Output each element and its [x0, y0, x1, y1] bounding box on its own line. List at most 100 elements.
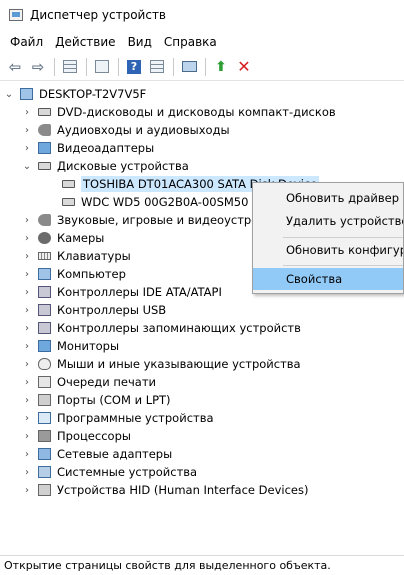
tree-item-keyboards[interactable]: › Клавиатуры [22, 247, 131, 265]
scan-hardware-button[interactable] [178, 56, 200, 78]
tree-item-label: Звуковые, игровые и видеоустрой [57, 213, 266, 227]
dvd-drive-icon [38, 108, 51, 116]
tree-item-monitors[interactable]: › Мониторы [22, 337, 119, 355]
port-icon [38, 394, 51, 406]
delete-button[interactable]: ✕ [233, 56, 255, 78]
tree-item-label: Мониторы [57, 339, 120, 353]
chevron-right-icon[interactable]: › [22, 449, 32, 460]
view-sheet-icon [150, 60, 164, 73]
chevron-right-icon[interactable]: › [22, 431, 32, 442]
disk-drive-icon [62, 198, 75, 206]
chevron-right-icon[interactable]: › [22, 107, 32, 118]
tree-item-label: Устройства HID (Human Interface Devices) [57, 483, 309, 497]
tree-item-hid[interactable]: › Устройства HID (Human Interface Device… [22, 481, 308, 499]
chevron-right-icon[interactable]: › [22, 359, 32, 370]
tree-item-disk-wdc[interactable]: WDC WD5 00G2B0A-00SM50 S [62, 193, 259, 211]
context-remove-device[interactable]: Удалить устройство [253, 210, 403, 232]
tree-item-label: Дисковые устройства [57, 159, 189, 173]
audio-icon [38, 124, 51, 136]
tree-item-storage-controllers[interactable]: › Контроллеры запоминающих устройств [22, 319, 301, 337]
view-button[interactable] [146, 56, 168, 78]
update-driver-icon: ⬆ [215, 58, 227, 75]
forward-button[interactable]: ⇨ [27, 56, 49, 78]
tree-item-ide-controllers[interactable]: › Контроллеры IDE ATA/ATAPI [22, 283, 222, 301]
computer-icon [38, 268, 51, 280]
tree-item-label: Сетевые адаптеры [57, 447, 173, 461]
context-update-driver[interactable]: Обновить драйвер [253, 187, 403, 209]
context-properties[interactable]: Свойства [253, 268, 403, 290]
tree-item-label: Очереди печати [57, 375, 156, 389]
tree-item-label: Контроллеры IDE ATA/ATAPI [57, 285, 222, 299]
chevron-right-icon[interactable]: › [22, 287, 32, 298]
tree-item-label: Контроллеры запоминающих устройств [57, 321, 301, 335]
tree-item-print-queues[interactable]: › Очереди печати [22, 373, 156, 391]
software-device-icon [38, 412, 51, 424]
back-arrow-icon: ⇦ [8, 57, 22, 76]
chevron-right-icon[interactable]: › [22, 251, 32, 262]
tree-item-label: DVD-дисководы и дисководы компакт-дисков [57, 105, 336, 119]
tree-item-cameras[interactable]: › Камеры [22, 229, 104, 247]
chevron-right-icon[interactable]: › [22, 233, 32, 244]
properties-sheet-icon [63, 60, 77, 73]
menu-help[interactable]: Справка [158, 35, 223, 49]
chevron-down-icon[interactable]: ⌄ [22, 161, 32, 172]
tree-item-computer[interactable]: › Компьютер [22, 265, 126, 283]
monitor-icon [38, 340, 51, 352]
video-adapter-icon [38, 142, 51, 154]
root-label: DESKTOP-T2V7V5F [39, 87, 147, 101]
toolbar-separator [118, 57, 119, 76]
tree-item-audio-io[interactable]: › Аудиовходы и аудиовыходы [22, 121, 230, 139]
tree-item-mice[interactable]: › Мыши и иные указывающие устройства [22, 355, 301, 373]
chevron-right-icon[interactable]: › [22, 341, 32, 352]
chevron-right-icon[interactable]: › [22, 125, 32, 136]
chevron-right-icon[interactable]: › [22, 395, 32, 406]
usb-icon [38, 304, 51, 316]
help-button[interactable]: ? [123, 56, 145, 78]
chevron-right-icon[interactable]: › [22, 467, 32, 478]
toolbar-separator [205, 57, 206, 76]
tree-item-label: Клавиатуры [57, 249, 131, 263]
chevron-right-icon[interactable]: › [22, 485, 32, 496]
chevron-right-icon[interactable]: › [22, 305, 32, 316]
menu-view[interactable]: Вид [122, 35, 158, 49]
chevron-right-icon[interactable]: › [22, 215, 32, 226]
menu-action[interactable]: Действие [49, 35, 121, 49]
tree-item-network-adapters[interactable]: › Сетевые адаптеры [22, 445, 172, 463]
computer-icon [20, 88, 33, 100]
printer-icon [38, 376, 51, 388]
tree-item-video-adapters[interactable]: › Видеоадаптеры [22, 139, 154, 157]
tree-item-disk-drives[interactable]: ⌄ Дисковые устройства [22, 157, 189, 175]
tree-item-usb-controllers[interactable]: › Контроллеры USB [22, 301, 166, 319]
tree-item-system-devices[interactable]: › Системные устройства [22, 463, 197, 481]
chevron-down-icon[interactable]: ⌄ [4, 89, 14, 100]
processor-icon [38, 430, 51, 442]
tree-item-ports[interactable]: › Порты (COM и LPT) [22, 391, 171, 409]
chevron-right-icon[interactable]: › [22, 269, 32, 280]
menu-file[interactable]: Файл [4, 35, 49, 49]
update-driver-button[interactable]: ⬆ [210, 56, 232, 78]
toolbar-separator [173, 57, 174, 76]
chevron-right-icon[interactable]: › [22, 323, 32, 334]
tree-item-label: Контроллеры USB [57, 303, 167, 317]
tree-item-sound-game-video[interactable]: › Звуковые, игровые и видеоустрой [22, 211, 266, 229]
tree-item-label: Порты (COM и LPT) [57, 393, 171, 407]
tree-item-processors[interactable]: › Процессоры [22, 427, 131, 445]
chevron-right-icon[interactable]: › [22, 143, 32, 154]
tree-item-dvd[interactable]: › DVD-дисководы и дисководы компакт-диск… [22, 103, 336, 121]
properties-button[interactable] [59, 56, 81, 78]
tree-item-software-devices[interactable]: › Программные устройства [22, 409, 214, 427]
status-text: Открытие страницы свойств для выделенног… [4, 559, 331, 572]
context-scan-hardware[interactable]: Обновить конфигура [253, 239, 403, 261]
title-bar: Диспетчер устройств [0, 0, 404, 30]
chevron-right-icon[interactable]: › [22, 377, 32, 388]
keyboard-icon [38, 252, 51, 260]
sheet-button[interactable] [91, 56, 113, 78]
status-bar: Открытие страницы свойств для выделенног… [0, 555, 404, 575]
context-separator [283, 265, 403, 266]
back-button[interactable]: ⇦ [4, 56, 26, 78]
tree-root[interactable]: ⌄ DESKTOP-T2V7V5F [4, 85, 146, 103]
chevron-right-icon[interactable]: › [22, 413, 32, 424]
help-icon: ? [127, 59, 141, 74]
delete-icon: ✕ [237, 57, 251, 76]
speaker-icon [38, 214, 51, 226]
